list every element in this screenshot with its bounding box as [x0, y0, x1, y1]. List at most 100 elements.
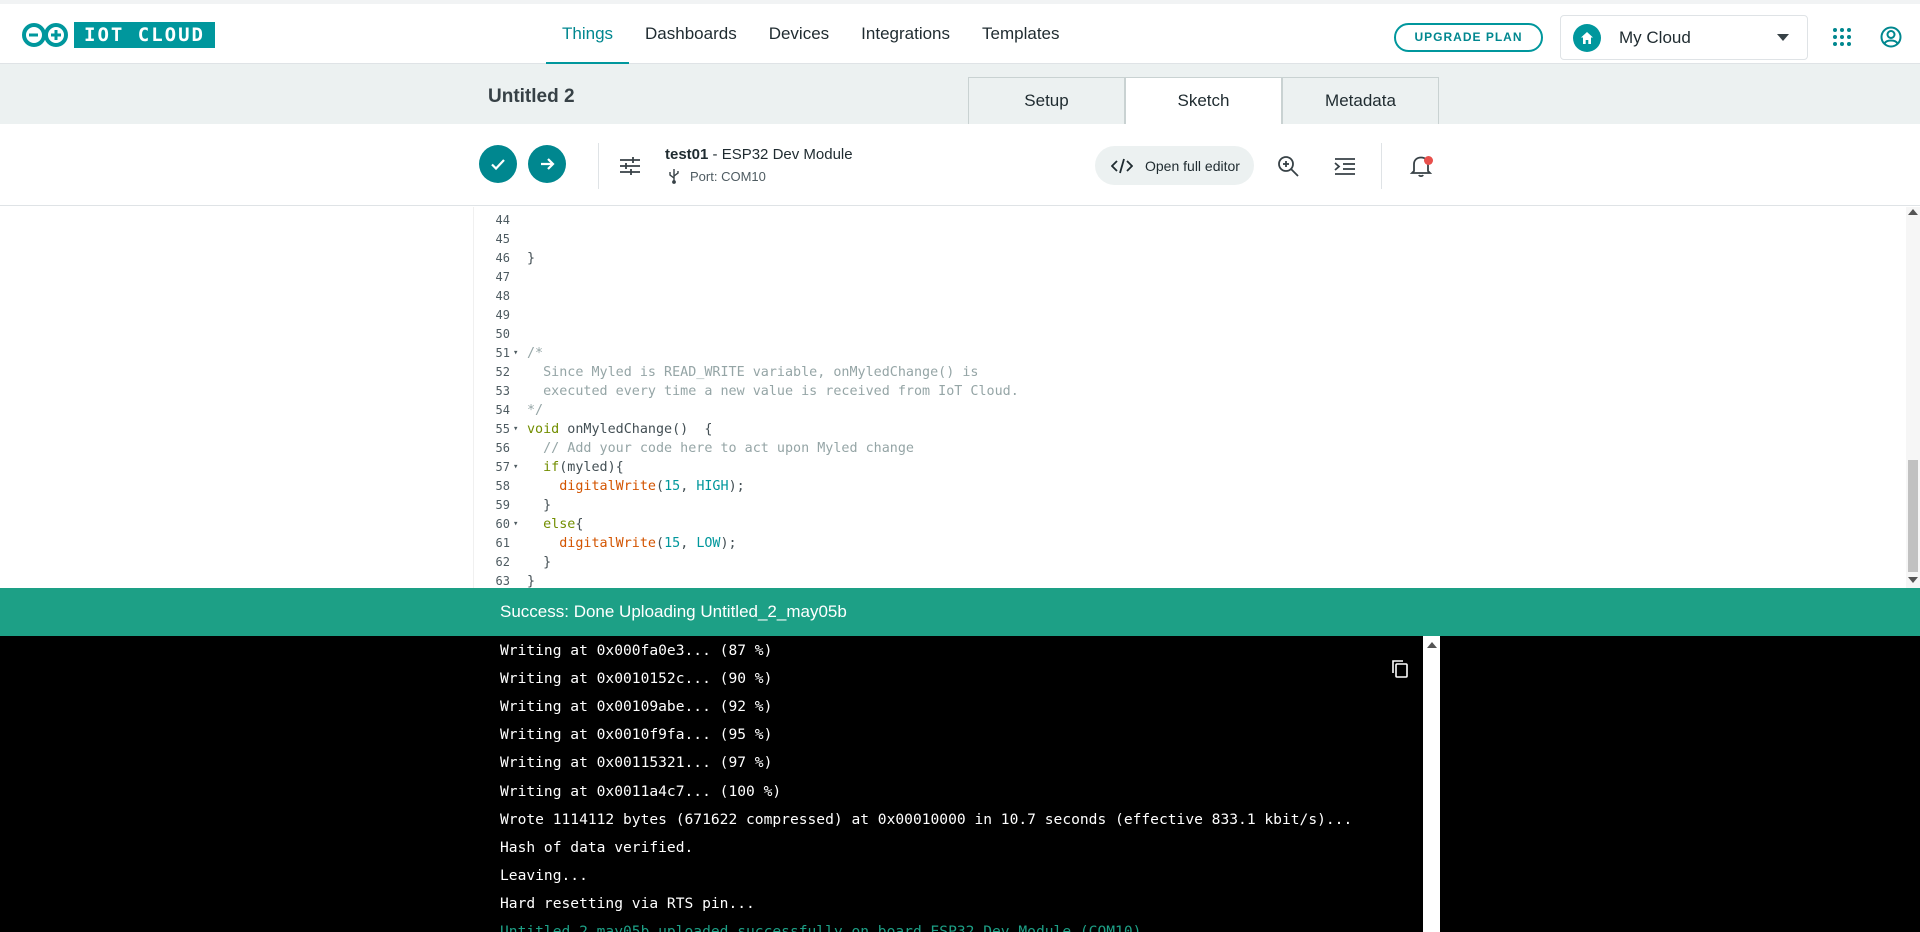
- tab-metadata[interactable]: Metadata: [1282, 77, 1439, 125]
- code-line[interactable]: 61 digitalWrite(15, LOW);: [474, 534, 1894, 553]
- fold-toggle-icon[interactable]: ▾: [513, 344, 518, 363]
- device-separator: -: [708, 146, 722, 163]
- device-info[interactable]: test01 - ESP32 Dev Module: [665, 146, 853, 163]
- device-id: test01: [665, 146, 709, 163]
- scroll-down-arrow-icon[interactable]: [1908, 577, 1918, 583]
- code-line[interactable]: 53 executed every time a new value is re…: [474, 382, 1894, 401]
- console-line: Writing at 0x0010f9fa... (95 %): [500, 726, 773, 744]
- open-full-editor-button[interactable]: Open full editor: [1095, 146, 1254, 185]
- port-info: Port: COM10: [668, 168, 766, 184]
- code-line[interactable]: 48: [474, 287, 1894, 306]
- code-line[interactable]: 44: [474, 211, 1894, 230]
- console-line: Hash of data verified.: [500, 838, 694, 856]
- code-text: }: [527, 574, 536, 588]
- tab-sketch[interactable]: Sketch: [1125, 77, 1282, 125]
- line-number: 45: [495, 232, 510, 246]
- console-line: Writing at 0x00109abe... (92 %): [500, 698, 773, 716]
- code-text: */: [527, 403, 544, 418]
- thing-tabs: Setup Sketch Metadata: [968, 77, 1439, 125]
- upgrade-plan-button[interactable]: UPGRADE PLAN: [1394, 23, 1543, 52]
- console-success-line: Untitled_2_may05b uploaded successfully …: [500, 923, 1142, 932]
- code-line[interactable]: 54 */: [474, 401, 1894, 420]
- thing-header: Untitled 2 Setup Sketch Metadata: [0, 64, 1920, 125]
- console-line: Writing at 0x0011a4c7... (100 %): [500, 782, 782, 800]
- code-line[interactable]: 50: [474, 325, 1894, 344]
- editor-scrollbar-thumb[interactable]: [1908, 460, 1918, 572]
- console-line: Writing at 0x0010152c... (90 %): [500, 670, 773, 688]
- code-line[interactable]: 52 Since Myled is READ_WRITE variable, o…: [474, 363, 1894, 382]
- code-line[interactable]: 60 ▾ else{: [474, 515, 1894, 534]
- line-number: 60: [495, 517, 510, 531]
- code-text: digitalWrite(15, HIGH);: [559, 479, 745, 494]
- code-text: Since Myled is READ_WRITE variable, onMy…: [527, 365, 979, 380]
- copy-icon[interactable]: [1390, 658, 1410, 680]
- line-number: 55: [495, 422, 510, 436]
- code-line[interactable]: 46}: [474, 249, 1894, 268]
- device-board: ESP32 Dev Module: [721, 146, 853, 163]
- status-message: Success: Done Uploading Untitled_2_may05…: [500, 602, 847, 621]
- code-line[interactable]: 62 }: [474, 553, 1894, 572]
- arduino-logo[interactable]: IOT CLOUD: [20, 22, 215, 48]
- code-line[interactable]: 59 }: [474, 496, 1894, 515]
- code-text: }: [527, 251, 536, 266]
- open-full-editor-label: Open full editor: [1145, 157, 1240, 174]
- console-line: Leaving...: [500, 866, 588, 884]
- page-title: Untitled 2: [488, 86, 575, 107]
- console-scrollbar[interactable]: [1423, 636, 1440, 932]
- cloud-selector[interactable]: My Cloud: [1560, 15, 1808, 60]
- code-line[interactable]: 49: [474, 306, 1894, 325]
- line-number: 59: [495, 498, 510, 512]
- line-number: 48: [495, 289, 510, 303]
- line-number: 51: [495, 346, 510, 360]
- home-icon: [1573, 24, 1601, 52]
- nav-things[interactable]: Things: [546, 4, 630, 65]
- console-line: Writing at 0x00115321... (97 %): [500, 754, 773, 772]
- search-icon[interactable]: [1276, 154, 1300, 178]
- code-text: executed every time a new value is recei…: [527, 384, 1019, 399]
- line-number: 44: [495, 213, 510, 227]
- code-line[interactable]: 56 // Add your code here to act upon Myl…: [474, 439, 1894, 458]
- fold-toggle-icon[interactable]: ▾: [513, 515, 518, 534]
- main-nav: Things Dashboards Devices Integrations T…: [546, 4, 1076, 65]
- toolbar-divider: [1381, 143, 1382, 189]
- code-line[interactable]: 63}: [474, 572, 1894, 588]
- nav-dashboards[interactable]: Dashboards: [629, 4, 753, 64]
- output-console[interactable]: Writing at 0x000fa0e3... (87 %) Writing a…: [0, 636, 1920, 932]
- nav-templates[interactable]: Templates: [966, 4, 1075, 64]
- upload-button[interactable]: [528, 145, 566, 183]
- line-number: 56: [495, 441, 510, 455]
- tab-setup[interactable]: Setup: [968, 77, 1125, 125]
- sliders-icon[interactable]: [619, 157, 641, 175]
- line-number: 61: [495, 536, 510, 550]
- console-line: Wrote 1114112 bytes (671622 compressed) …: [500, 810, 1353, 828]
- scroll-up-arrow-icon[interactable]: [1427, 642, 1437, 648]
- code-editor[interactable]: 44 45 46} 47 48 49 50 51 ▾/* 52 Since Myled is RE…: [473, 207, 1920, 588]
- apps-grid-icon[interactable]: [1833, 28, 1851, 46]
- code-line[interactable]: 55 ▾ void onMyledChange() {: [474, 420, 1894, 439]
- indent-icon[interactable]: [1333, 154, 1357, 178]
- code-text: // Add your code here to act upon Myled …: [527, 441, 914, 456]
- scroll-up-arrow-icon[interactable]: [1908, 209, 1918, 215]
- line-number: 52: [495, 365, 510, 379]
- logo-text: IOT CLOUD: [74, 22, 215, 48]
- code-line[interactable]: 57 ▾ if(myled){: [474, 458, 1894, 477]
- toolbar-divider: [598, 143, 599, 189]
- nav-devices[interactable]: Devices: [753, 4, 845, 64]
- line-number: 57: [495, 460, 510, 474]
- code-line[interactable]: 51 ▾ /*: [474, 344, 1894, 363]
- code-line[interactable]: 45: [474, 230, 1894, 249]
- nav-integrations[interactable]: Integrations: [845, 4, 966, 64]
- code-text: digitalWrite(15, LOW);: [559, 536, 737, 551]
- code-line[interactable]: 58 digitalWrite(15, HIGH);: [474, 477, 1894, 496]
- line-number: 49: [495, 308, 510, 322]
- account-icon[interactable]: [1880, 26, 1902, 48]
- fold-toggle-icon[interactable]: ▾: [513, 458, 518, 477]
- fold-toggle-icon[interactable]: ▾: [513, 420, 518, 439]
- line-number: 47: [495, 270, 510, 284]
- line-number: 54: [495, 403, 510, 417]
- verify-button[interactable]: [479, 145, 517, 183]
- console-line: Writing at 0x000fa0e3... (87 %): [500, 642, 773, 659]
- code-line[interactable]: 47: [474, 268, 1894, 287]
- port-label: Port: COM10: [690, 168, 766, 184]
- line-number: 46: [495, 251, 510, 265]
